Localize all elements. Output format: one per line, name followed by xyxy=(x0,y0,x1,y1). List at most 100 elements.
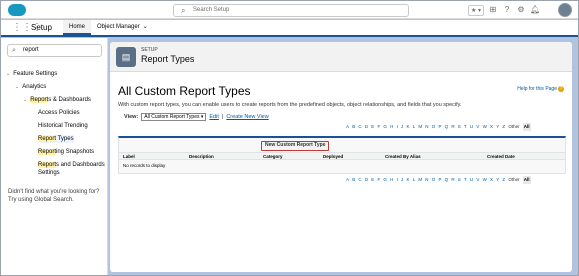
tree-item-reports-dashboards[interactable]: ⌄ Reports & Dashboards xyxy=(23,96,91,104)
alpha-filter-letter[interactable]: I xyxy=(397,123,398,131)
alpha-filter-letter[interactable]: I xyxy=(397,176,398,184)
tree-item-label: s and Dashboards xyxy=(56,162,105,168)
quick-find-input[interactable]: ⌕ report xyxy=(7,44,102,57)
alpha-filter-letter[interactable]: S xyxy=(458,123,461,131)
tree-item-label: Analytics xyxy=(22,84,47,90)
alpha-filter-letter[interactable]: G xyxy=(383,123,387,131)
alpha-filter-letter[interactable]: N xyxy=(425,123,428,131)
alpha-filter-letter[interactable]: T xyxy=(464,123,467,131)
alpha-filter-letter[interactable]: A xyxy=(346,176,349,184)
app-name: Setup xyxy=(31,23,52,32)
view-select[interactable]: All Custom Report Types ▾ xyxy=(141,113,207,121)
alpha-filter-letter[interactable]: W xyxy=(483,123,487,131)
edit-view-link[interactable]: Edit xyxy=(209,113,218,121)
alpha-filter-letter[interactable]: S xyxy=(458,176,461,184)
page-body: All Custom Report Types Help for this Pa… xyxy=(110,72,572,272)
alpha-filter-letter[interactable]: L xyxy=(413,176,416,184)
alpha-filter-letter[interactable]: W xyxy=(483,176,487,184)
tree-item-reports-dashboards-settings[interactable]: Reports and Dashboards xyxy=(38,161,105,169)
view-selector-row: View: All Custom Report Types ▾ Edit | C… xyxy=(124,113,269,121)
alpha-filter-letter[interactable]: Z xyxy=(502,123,505,131)
help-icon[interactable]: ? xyxy=(502,5,512,15)
alpha-filter-letter[interactable]: D xyxy=(365,123,368,131)
alpha-filter-letter[interactable]: O xyxy=(432,176,436,184)
add-icon[interactable]: ⊞ xyxy=(488,5,498,15)
column-header[interactable]: Category xyxy=(263,153,283,160)
tree-item-settings-line[interactable]: Settings xyxy=(38,169,60,177)
alpha-filter-letter[interactable]: L xyxy=(413,123,416,131)
column-header[interactable]: Label xyxy=(123,153,135,160)
alpha-filter-letter[interactable]: M xyxy=(418,176,422,184)
column-header[interactable]: Description xyxy=(189,153,214,160)
chevron-down-icon: ⌄ xyxy=(23,97,28,103)
alpha-filter-letter[interactable]: P xyxy=(438,123,441,131)
alpha-filter-letter[interactable]: K xyxy=(406,123,409,131)
alpha-filter-letter[interactable]: T xyxy=(464,176,467,184)
alpha-filter-letter[interactable]: C xyxy=(358,176,361,184)
column-header[interactable]: Created Date xyxy=(487,153,515,160)
page-title: Report Types xyxy=(141,54,195,64)
alpha-filter-letter[interactable]: C xyxy=(358,123,361,131)
global-search-input[interactable]: ⌕ Search Setup xyxy=(173,4,409,17)
alpha-filter-letter[interactable]: E xyxy=(371,176,374,184)
alpha-filter-letter[interactable]: H xyxy=(390,123,393,131)
alpha-filter-other[interactable]: Other xyxy=(508,176,519,184)
chevron-down-icon[interactable]: ⌄ xyxy=(143,24,148,30)
tree-item-reporting-snapshots[interactable]: Reporting Snapshots xyxy=(38,148,94,156)
tree-item-report-types[interactable]: Report Types xyxy=(38,135,74,143)
alpha-filter-letter[interactable]: Z xyxy=(502,176,505,184)
avatar[interactable] xyxy=(558,3,572,17)
tree-item-match: Report xyxy=(38,149,57,155)
alpha-filter-all[interactable]: All xyxy=(522,176,531,184)
new-custom-report-type-button[interactable]: New Custom Report Type xyxy=(261,141,330,151)
alpha-filter-letter[interactable]: D xyxy=(365,176,368,184)
alpha-filter-letter[interactable]: R xyxy=(451,176,454,184)
alpha-filter-letter[interactable]: P xyxy=(438,176,441,184)
alpha-filter-letter[interactable]: Q xyxy=(445,123,449,131)
alpha-filter-letter[interactable]: O xyxy=(432,123,436,131)
alpha-filter-other[interactable]: Other xyxy=(508,123,519,131)
tree-item-feature-settings[interactable]: ⌄ Feature Settings xyxy=(6,70,57,78)
alpha-filter-letter[interactable]: X xyxy=(490,176,493,184)
tab-object-manager[interactable]: Object Manager ⌄ xyxy=(93,20,152,35)
alpha-filter-letter[interactable]: A xyxy=(346,123,349,131)
bell-icon[interactable]: 🔔︎ xyxy=(530,5,540,15)
alpha-filter-letter[interactable]: R xyxy=(451,123,454,131)
description-text: With custom report types, you can enable… xyxy=(118,102,462,108)
alpha-filter-letter[interactable]: Q xyxy=(445,176,449,184)
tab-home[interactable]: Home xyxy=(63,20,92,35)
alpha-filter-letter[interactable]: V xyxy=(476,123,479,131)
alpha-filter-letter[interactable]: M xyxy=(418,123,422,131)
alpha-filter-letter[interactable]: F xyxy=(377,123,380,131)
alpha-filter-letter[interactable]: X xyxy=(490,123,493,131)
alpha-filter-letter[interactable]: Y xyxy=(496,123,499,131)
column-header[interactable]: Created By Alias xyxy=(385,153,421,160)
tree-item-access-policies[interactable]: Access Policies xyxy=(38,109,80,117)
help-link[interactable]: Help for this Page? xyxy=(517,86,564,92)
alpha-filter-all[interactable]: All xyxy=(522,123,531,131)
alpha-filter-letter[interactable]: G xyxy=(383,176,387,184)
alpha-filter-letter[interactable]: B xyxy=(352,176,355,184)
alpha-filter-letter[interactable]: K xyxy=(406,176,409,184)
header-actions: ★ ▾ ⊞ ? ⚙ 🔔︎ xyxy=(468,4,540,16)
salesforce-logo-icon[interactable] xyxy=(8,4,26,16)
alpha-filter-letter[interactable]: H xyxy=(390,176,393,184)
alpha-filter-letter[interactable]: E xyxy=(371,123,374,131)
alpha-filter-letter[interactable]: U xyxy=(470,123,473,131)
search-icon: ⌕ xyxy=(12,47,16,54)
gear-icon[interactable]: ⚙ xyxy=(516,5,526,15)
alpha-filter-letter[interactable]: J xyxy=(401,176,403,184)
alpha-filter-letter[interactable]: Y xyxy=(496,176,499,184)
alpha-filter-letter[interactable]: B xyxy=(352,123,355,131)
tree-item-analytics[interactable]: ⌄ Analytics xyxy=(15,83,46,91)
alpha-filter-letter[interactable]: V xyxy=(476,176,479,184)
alpha-filter-letter[interactable]: J xyxy=(401,123,403,131)
alpha-filter-letter[interactable]: N xyxy=(425,176,428,184)
tree-item-historical-trending[interactable]: Historical Trending xyxy=(38,122,88,130)
favorites-button[interactable]: ★ ▾ xyxy=(468,4,484,16)
alpha-filter-letter[interactable]: U xyxy=(470,176,473,184)
alpha-filter-letter[interactable]: F xyxy=(377,176,380,184)
create-view-link[interactable]: Create New View xyxy=(226,113,268,121)
tree-item-label: Types xyxy=(56,136,74,142)
column-header[interactable]: Deployed xyxy=(323,153,343,160)
